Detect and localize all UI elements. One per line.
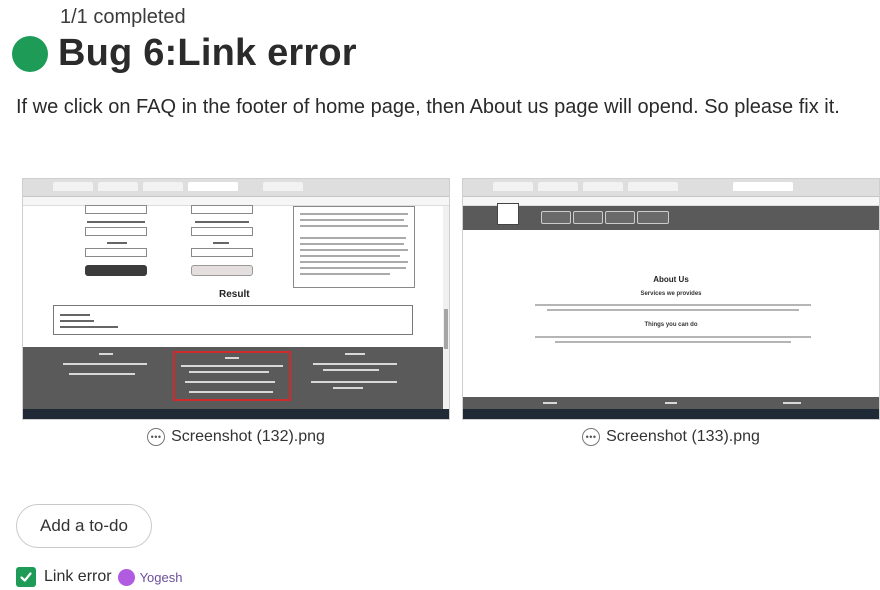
attachment-1-thumbnail[interactable]: Result — [22, 178, 450, 420]
status-dot-icon — [12, 35, 48, 72]
more-icon[interactable]: ••• — [582, 428, 601, 446]
highlighted-faq-section — [173, 351, 291, 401]
attachment-2-caption[interactable]: ••• Screenshot (133).png — [462, 428, 880, 446]
progress-text: 1/1 completed — [60, 6, 186, 28]
site-logo — [497, 203, 519, 225]
todo-checkbox[interactable] — [16, 567, 36, 587]
services-heading: Services we provides — [640, 291, 702, 297]
taskbar — [23, 409, 449, 419]
add-todo-button[interactable]: Add a to-do — [16, 504, 152, 548]
scrollbar-thumb — [444, 309, 448, 349]
taskbar — [463, 409, 879, 419]
info-panel — [293, 206, 415, 288]
attachment-2[interactable]: About Us Services we provides Things you… — [462, 178, 880, 446]
checkmark-icon — [20, 572, 32, 582]
page-footer — [463, 397, 879, 409]
more-icon[interactable]: ••• — [147, 428, 166, 446]
address-bar — [463, 197, 879, 206]
result-box — [53, 305, 413, 335]
title-row: Bug 6:Link error — [12, 32, 357, 75]
todo-label[interactable]: Link error — [44, 568, 112, 586]
scrollbar — [443, 206, 449, 410]
things-heading: Things you can do — [644, 322, 698, 328]
todo-item[interactable]: Link error Yogesh — [16, 567, 182, 587]
attachment-1-caption[interactable]: ••• Screenshot (132).png — [22, 428, 450, 446]
attachment-1-filename: Screenshot (132).png — [171, 428, 325, 445]
avatar — [117, 568, 135, 586]
about-heading: About Us — [653, 275, 689, 284]
attachment-1[interactable]: Result ••• Screenshot (132).png — [22, 178, 450, 446]
bug-description: If we click on FAQ in the footer of home… — [16, 96, 840, 118]
browser-chrome — [463, 179, 879, 197]
attachment-2-filename: Screenshot (133).png — [606, 428, 760, 445]
browser-chrome — [23, 179, 449, 197]
site-nav — [463, 206, 879, 230]
page-title: Bug 6:Link error — [58, 32, 357, 74]
result-heading: Result — [219, 289, 250, 300]
attachment-2-thumbnail[interactable]: About Us Services we provides Things you… — [462, 178, 880, 420]
assignee-name[interactable]: Yogesh — [140, 570, 183, 585]
